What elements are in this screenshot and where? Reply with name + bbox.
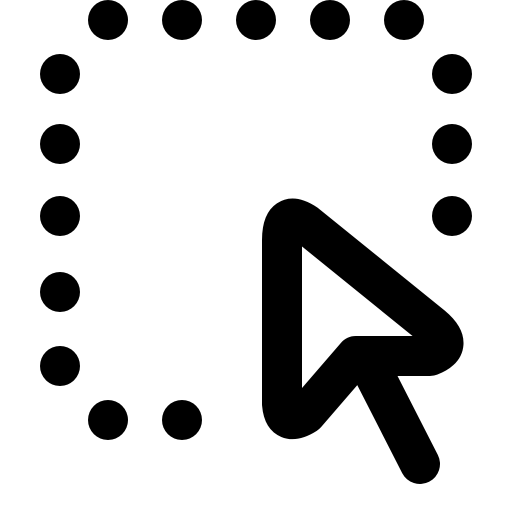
- select-area-pointer-icon: [40, 0, 472, 484]
- selection-dot: [88, 400, 128, 440]
- cursor-arrow-icon: [262, 198, 464, 484]
- selection-dot: [88, 0, 128, 40]
- selection-dot: [384, 0, 424, 40]
- cursor-arrow-tail: [352, 350, 440, 484]
- selection-dot: [40, 124, 80, 164]
- selection-dot: [40, 272, 80, 312]
- selection-dot: [40, 346, 80, 386]
- selection-dot: [40, 54, 80, 94]
- selection-dot: [40, 196, 80, 236]
- selection-dot: [162, 400, 202, 440]
- selection-dot: [236, 0, 276, 40]
- selection-dot: [432, 124, 472, 164]
- selection-dot: [310, 0, 350, 40]
- selection-dot: [162, 0, 202, 40]
- icon-canvas: [0, 0, 512, 512]
- selection-dot: [432, 54, 472, 94]
- selection-dot: [432, 196, 472, 236]
